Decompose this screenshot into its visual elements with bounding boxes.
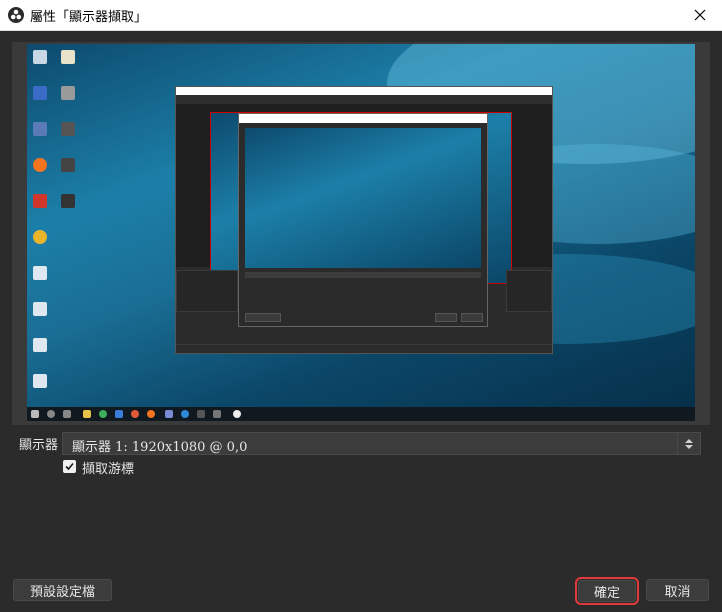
desktop-file-icon: [33, 338, 47, 352]
display-select[interactable]: 顯示器 1: 1920x1080 @ 0,0: [62, 432, 701, 455]
obs-status-bar: [176, 344, 552, 353]
windows-taskbar: [27, 407, 695, 421]
dialog-content: 顯示器 顯示器 1: 1920x1080 @ 0,0 擷取游標 預設設定檔 確定…: [0, 31, 722, 612]
start-icon: [31, 410, 39, 418]
desktop-app-icon: [33, 122, 47, 136]
desktop-recycle-icon: [33, 50, 47, 64]
cancel-button[interactable]: 取消: [646, 579, 709, 601]
desktop-file-icon: [61, 50, 75, 64]
obs-scenes-dock: [176, 270, 238, 312]
explorer-icon: [83, 410, 91, 418]
nested-dialog-title: [239, 114, 487, 123]
nested-cancel-button: [461, 313, 483, 322]
desktop-app-icon: [33, 194, 47, 208]
nested-ok-button: [435, 313, 457, 322]
nested-defaults-button: [245, 313, 281, 322]
checkmark-icon: [65, 462, 74, 471]
obs-main-window: [175, 86, 553, 354]
desktop-app-icon: [61, 122, 75, 136]
nested-display-select: [245, 272, 481, 278]
chevron-updown-icon: [677, 433, 700, 454]
desktop-app-icon: [61, 194, 75, 208]
chrome-icon: [131, 410, 139, 418]
desktop-app-icon: [33, 86, 47, 100]
nested-dialog-preview: [245, 128, 481, 268]
obs-menu-bar: [176, 95, 552, 104]
ok-button[interactable]: 確定: [575, 577, 639, 605]
firefox-icon: [147, 410, 155, 418]
search-icon: [47, 410, 55, 418]
title-bar: 屬性「顯示器擷取」: [0, 0, 722, 31]
obs-logo-icon: [8, 7, 24, 23]
app-icon: [165, 410, 173, 418]
desktop-file-icon: [33, 302, 47, 316]
obs-controls-dock: [506, 270, 552, 312]
capture-cursor-checkbox[interactable]: [63, 460, 76, 473]
desktop-app-icon: [61, 86, 75, 100]
window-title: 屬性「顯示器擷取」: [30, 10, 148, 25]
defaults-button[interactable]: 預設設定檔: [13, 579, 112, 601]
app-icon: [213, 410, 221, 418]
desktop-file-icon: [33, 266, 47, 280]
mail-icon: [115, 410, 123, 418]
display-preview: [27, 44, 695, 421]
taskview-icon: [63, 410, 71, 418]
nested-properties-dialog: [238, 113, 488, 327]
display-label: 顯示器: [19, 438, 59, 453]
chrome-icon: [99, 410, 107, 418]
desktop-app-icon: [61, 158, 75, 172]
capture-cursor-label: 擷取游標: [82, 462, 135, 477]
preview-frame: [12, 42, 710, 425]
close-button[interactable]: [678, 0, 722, 30]
desktop-firefox-icon: [33, 158, 47, 172]
obs-taskbar-icon: [233, 410, 241, 418]
desktop-chrome-icon: [33, 230, 47, 244]
display-select-value: 顯示器 1: 1920x1080 @ 0,0: [72, 440, 248, 455]
desktop-file-icon: [33, 374, 47, 388]
close-icon: [694, 9, 706, 21]
edge-icon: [181, 410, 189, 418]
app-icon: [197, 410, 205, 418]
obs-title-bar: [176, 87, 552, 95]
